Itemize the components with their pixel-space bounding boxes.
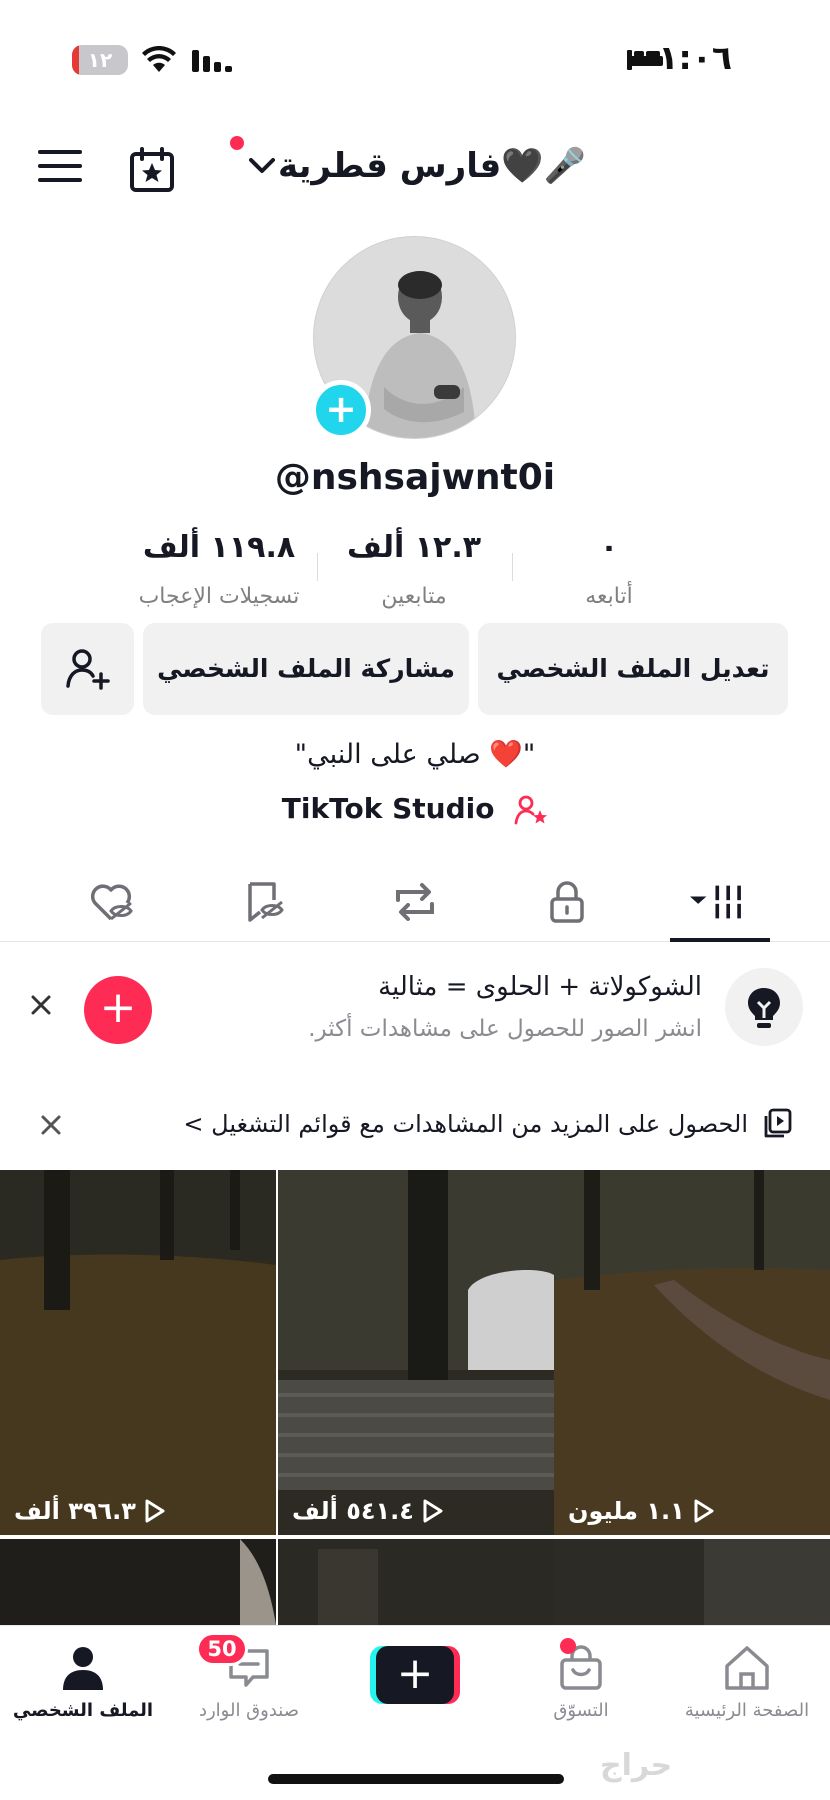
suggestion-banner: الشوكولاتة + الحلوى = مثالية انشر الصور …: [0, 942, 830, 1072]
close-icon[interactable]: [26, 990, 56, 1020]
home-icon: [725, 1646, 769, 1690]
lock-icon: [550, 881, 584, 923]
video-thumbnail-image: [0, 1170, 276, 1535]
notification-dot: [560, 1638, 576, 1654]
inbox-badge: 50: [196, 1632, 248, 1666]
menu-icon: [38, 150, 82, 154]
nav-home-label: الصفحة الرئيسية: [684, 1700, 810, 1721]
video-thumbnail-image: [278, 1539, 554, 1625]
profile-tabs: [0, 862, 830, 942]
profile-icon: [63, 1647, 103, 1690]
menu-button[interactable]: [38, 150, 82, 186]
video-thumbnail-image: [554, 1170, 830, 1535]
video-thumbnail-image: [278, 1170, 554, 1535]
lightbulb-icon: [725, 968, 803, 1046]
nav-profile-label: الملف الشخصي: [12, 1700, 154, 1721]
share-profile-button[interactable]: مشاركة الملف الشخصي: [143, 623, 469, 715]
view-count: ١.١ مليون: [554, 1497, 830, 1525]
play-icon: [145, 1499, 165, 1523]
plus-icon: +: [376, 1646, 454, 1704]
profile-bio: "صلي على النبي ❤️": [294, 739, 536, 770]
wifi-icon: [142, 46, 176, 72]
video-grid: ١.١ مليون ٥٤١.٤ ألف ٣٩٦.٣ ألف: [0, 1170, 830, 1625]
video-thumbnail[interactable]: [0, 1539, 276, 1625]
home-indicator: [268, 1774, 564, 1784]
suggestion-title: الشوكولاتة + الحلوى = مثالية: [378, 972, 702, 1002]
create-button[interactable]: +: [370, 1646, 460, 1704]
cellular-signal-icon: [192, 50, 232, 72]
stat-label: تسجيلات الإعجاب: [138, 584, 300, 609]
bottom-navigation: الصفحة الرئيسية التسوّق + 50 صندوق الوار…: [0, 1625, 830, 1800]
edit-profile-button[interactable]: تعديل الملف الشخصي: [478, 623, 788, 715]
sleep-focus-icon: [627, 50, 663, 70]
tab-videos[interactable]: [690, 874, 750, 930]
view-count: ٣٩٦.٣ ألف: [0, 1497, 276, 1525]
nav-inbox[interactable]: 50 صندوق الوارد: [166, 1632, 332, 1721]
stat-followers[interactable]: ١٢.٣ ألف متابعين: [314, 530, 514, 609]
tiktok-studio-label: TikTok Studio: [281, 792, 495, 825]
chevron-down-icon[interactable]: [249, 158, 275, 174]
add-avatar-button[interactable]: +: [311, 380, 371, 440]
video-thumbnail[interactable]: ١.١ مليون: [554, 1170, 830, 1535]
video-thumbnail-image: [554, 1539, 830, 1625]
stat-value: ١٢.٣ ألف: [346, 530, 482, 565]
tab-reposts[interactable]: [385, 874, 445, 930]
stat-following[interactable]: ٠ أتابعه: [509, 530, 709, 609]
video-thumbnail[interactable]: [278, 1539, 554, 1625]
nav-shop-label: التسوّق: [553, 1700, 609, 1721]
videos-grid-icon: [690, 885, 745, 919]
play-icon: [423, 1499, 443, 1523]
tab-private[interactable]: [537, 874, 597, 930]
create-post-button[interactable]: +: [84, 976, 152, 1044]
add-user-icon: [65, 649, 110, 690]
calendar-star-icon[interactable]: [128, 146, 176, 194]
tab-liked[interactable]: [82, 874, 142, 930]
nav-home[interactable]: الصفحة الرئيسية: [664, 1640, 830, 1721]
nav-inbox-label: صندوق الوارد: [198, 1700, 300, 1721]
profile-name-switcher[interactable]: فارس قطرية🖤🎤: [278, 146, 586, 186]
stat-label: متابعين: [381, 584, 447, 609]
playlist-banner-text: الحصول على المزيد من المشاهدات مع قوائم …: [183, 1110, 748, 1138]
liked-hidden-icon: [90, 884, 133, 921]
view-count: ٥٤١.٤ ألف: [278, 1497, 554, 1525]
tiktok-studio-link[interactable]: TikTok Studio: [0, 792, 830, 826]
tab-saved[interactable]: [234, 874, 294, 930]
nav-profile[interactable]: الملف الشخصي: [0, 1640, 166, 1721]
stat-label: أتابعه: [585, 584, 633, 609]
video-thumbnail[interactable]: ٣٩٦.٣ ألف: [0, 1170, 276, 1535]
status-time: ١:٠٦: [658, 38, 732, 77]
playlist-banner[interactable]: الحصول على المزيد من المشاهدات مع قوائم …: [0, 1090, 830, 1160]
video-thumbnail-image: [0, 1539, 276, 1625]
stat-likes[interactable]: ١١٩.٨ ألف تسجيلات الإعجاب: [119, 530, 319, 609]
repost-icon: [396, 883, 434, 921]
add-friends-button[interactable]: [41, 623, 134, 715]
battery-indicator: ١٢: [72, 45, 128, 75]
username: @nshsajwnt0i: [274, 457, 556, 498]
creator-star-icon: [514, 795, 548, 825]
playlist-icon: [764, 1108, 792, 1138]
close-icon[interactable]: [38, 1112, 64, 1138]
watermark-logo: حراج: [600, 1748, 673, 1783]
stat-value: ٠: [599, 530, 619, 565]
notification-dot: [230, 136, 244, 150]
video-thumbnail[interactable]: [554, 1539, 830, 1625]
play-icon: [694, 1499, 714, 1523]
suggestion-subtitle: انشر الصور للحصول على مشاهدات أكثر.: [308, 1016, 702, 1042]
nav-shop[interactable]: التسوّق: [498, 1638, 664, 1721]
video-thumbnail[interactable]: ٥٤١.٤ ألف: [278, 1170, 554, 1535]
stat-value: ١١٩.٨ ألف: [142, 530, 296, 565]
status-bar: ١:٠٦ ١٢: [0, 0, 830, 110]
saved-hidden-icon: [248, 882, 284, 922]
